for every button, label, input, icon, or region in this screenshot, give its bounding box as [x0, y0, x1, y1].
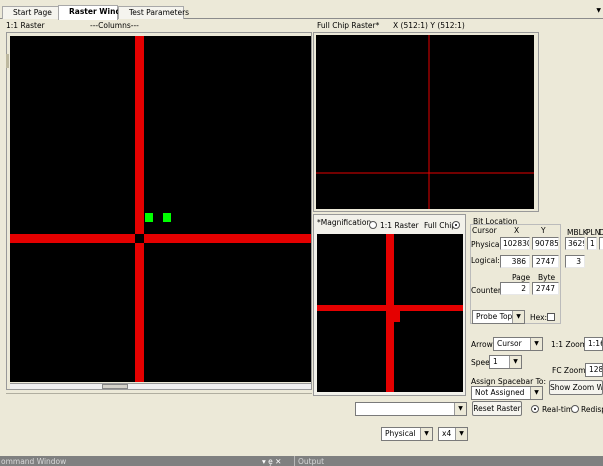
chevron-down-icon: ▼ — [512, 311, 524, 323]
full-chip-coords: X (512:1) Y (512:1) — [393, 21, 465, 30]
show-zoom-window-button[interactable]: Show Zoom Wev — [549, 380, 603, 395]
physical-select[interactable]: Physical ▼ — [381, 427, 433, 441]
tab-raster-window[interactable]: Raster Window — [58, 5, 133, 20]
raster-horizontal-scrollbar[interactable] — [10, 383, 311, 389]
radio-1to1-raster[interactable] — [369, 221, 377, 229]
fc-zoom-label: FC Zoom: — [552, 366, 589, 375]
mblk-header: MBLK — [567, 228, 588, 237]
cursor-label: Cursor — [472, 226, 497, 235]
raster-header: 1:1 Raster ---Columns--- — [0, 20, 310, 30]
columns-label: ---Columns--- — [90, 21, 139, 30]
arrow-label: Arrow: — [471, 340, 495, 349]
logical-mblk-field[interactable]: 3 — [565, 255, 585, 268]
dock-controls-icon[interactable]: ▾ ȩ ✕ — [262, 457, 281, 466]
topo-select-value: Probe Topo — [476, 312, 517, 321]
chevron-down-icon: ▼ — [454, 403, 466, 415]
cursor-cell — [163, 213, 171, 222]
bit-location-panel: Bit Location Cursor X Y MBLK PLN D Physi… — [468, 216, 603, 326]
zoom-select-value: 1:16 — [588, 339, 602, 348]
fc-zoom-select-value: 128:1 — [589, 365, 603, 374]
speed-select[interactable]: 1 ▼ — [489, 355, 522, 369]
tab-test-parameters[interactable]: Test Parameters — [118, 6, 189, 19]
chevron-down-icon: ▼ — [455, 428, 467, 440]
chevron-down-icon: ▼ — [530, 338, 542, 350]
raster-title: 1:1 Raster — [6, 21, 45, 30]
assign-spacebar-value: Not Assigned — [475, 388, 525, 397]
d-field[interactable] — [599, 237, 603, 250]
y-header: Y — [541, 226, 546, 235]
hex-label: Hex: — [530, 313, 548, 322]
magnification-canvas[interactable] — [317, 234, 463, 392]
page-header: Page — [512, 273, 531, 282]
full-chip-svg — [316, 35, 534, 209]
redisplay-label: Redispla — [581, 405, 603, 414]
arrow-select[interactable]: Cursor ▼ — [493, 337, 543, 351]
radio-full-chip[interactable] — [452, 221, 460, 229]
divider — [6, 393, 312, 394]
intersection-cell — [135, 234, 144, 243]
fc-zoom-select[interactable]: 128:1 — [585, 363, 603, 377]
realtime-radio[interactable] — [531, 405, 539, 413]
dock-bar: ommand Window ▾ ȩ ✕ Output — [0, 456, 603, 466]
fail-row-line — [317, 305, 463, 311]
d-header: D — [599, 228, 603, 237]
full-chip-title: Full Chip Raster* — [317, 21, 380, 30]
x-header: X — [514, 226, 520, 235]
tab-overflow-icon[interactable]: ▼ — [596, 7, 601, 14]
chevron-down-icon: ▼ — [530, 387, 542, 399]
chevron-down-icon: ▼ — [420, 428, 432, 440]
zoom-select[interactable]: 1:16 — [584, 337, 603, 351]
arrow-select-value: Cursor — [497, 339, 522, 348]
logical-y-field[interactable]: 2747 — [532, 255, 559, 268]
cursor-cell — [389, 311, 400, 322]
mblk-field[interactable]: 3629 — [565, 237, 585, 250]
assign-spacebar-label: Assign Spacebar To: — [471, 377, 547, 386]
logical-label: Logical: — [471, 256, 500, 265]
hex-checkbox[interactable] — [547, 313, 555, 321]
tab-bar: Start Page Raster Window Test Parameters… — [0, 0, 603, 20]
raster-mode-select[interactable]: ▼ — [355, 402, 467, 416]
speed-select-value: 1 — [493, 357, 498, 366]
command-window-tab[interactable]: ommand Window — [1, 457, 66, 466]
output-tab[interactable]: Output — [298, 457, 324, 466]
physical-select-value: Physical — [385, 429, 416, 438]
physical-y-field[interactable]: 90785 — [532, 237, 559, 250]
full-chip-header: Full Chip Raster* X (512:1) Y (512:1) — [315, 20, 545, 30]
fail-row-line — [10, 234, 311, 243]
byte-header: Byte — [538, 273, 556, 282]
reset-raster-button[interactable]: Reset Raster — [472, 401, 522, 416]
magnify-factor-value: x4 — [442, 429, 452, 438]
counter-byte-field[interactable]: 2747 — [532, 282, 559, 295]
vertical-splitter-grip[interactable] — [6, 54, 9, 68]
magnification-svg — [317, 234, 463, 392]
raster-canvas[interactable] — [10, 36, 311, 382]
tab-start-page[interactable]: Start Page — [2, 6, 60, 19]
dock-divider — [294, 456, 295, 466]
fail-column-line — [135, 36, 144, 382]
scrollbar-thumb[interactable] — [102, 384, 128, 389]
assign-spacebar-select[interactable]: Not Assigned ▼ — [471, 386, 543, 400]
pln-field[interactable]: 1 — [587, 237, 597, 250]
cursor-cell — [145, 213, 153, 222]
logical-x-field[interactable]: 386 — [500, 255, 530, 268]
counter-label: Counter: — [471, 286, 504, 295]
radio-1to1-raster-label: 1:1 Raster — [380, 221, 419, 230]
topo-select[interactable]: Probe Topo ▼ — [472, 310, 525, 324]
magnify-factor-select[interactable]: x4 ▼ — [438, 427, 468, 441]
raster-svg — [10, 36, 311, 382]
full-chip-canvas[interactable] — [316, 35, 534, 209]
physical-x-field[interactable]: 102830 — [500, 237, 530, 250]
redisplay-radio[interactable] — [571, 405, 579, 413]
chevron-down-icon: ▼ — [509, 356, 521, 368]
magnification-label: *Magnification — [317, 218, 372, 227]
counter-page-field[interactable]: 2 — [500, 282, 530, 295]
